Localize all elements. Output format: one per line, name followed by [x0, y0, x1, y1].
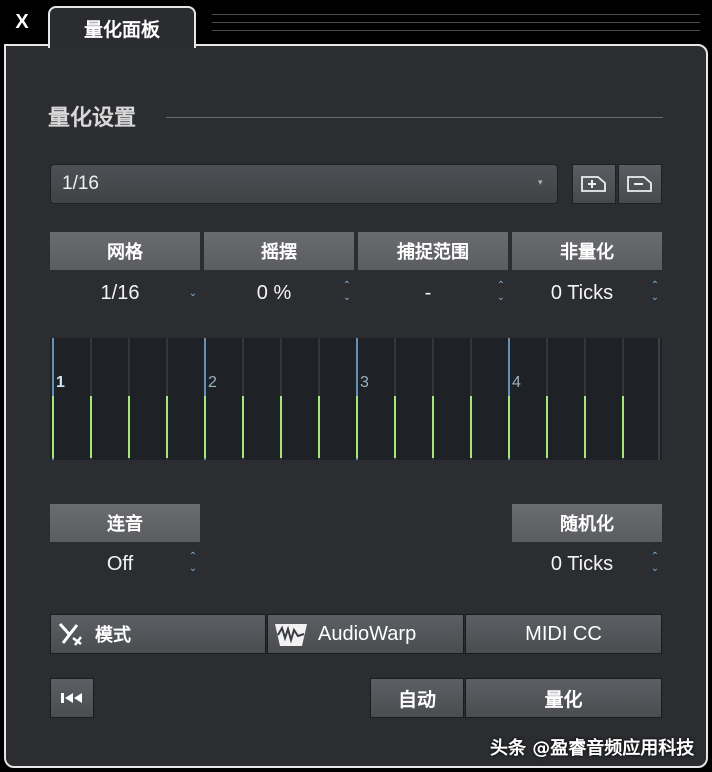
grid-quantize-line [242, 396, 244, 458]
spinner-icon[interactable]: ⌃ ⌄ [648, 280, 662, 304]
legato-header: 连音 [50, 504, 200, 542]
grid-beat-number: 3 [360, 374, 369, 391]
capture-range-input[interactable]: - [358, 273, 498, 313]
grid-quantize-line [204, 396, 206, 458]
mode-button[interactable]: 模式 [50, 614, 266, 654]
tab-strip-line [212, 14, 700, 15]
capture-range-header: 捕捉范围 [358, 232, 508, 270]
tab-quantize-panel[interactable]: 量化面板 [48, 6, 196, 48]
tab-strip-line [212, 22, 700, 23]
reset-button[interactable] [50, 678, 94, 718]
spinner-icon[interactable]: ⌃ ⌄ [494, 280, 508, 304]
grid-quantize-line [432, 396, 434, 458]
midi-cc-button[interactable]: MIDI CC [465, 614, 662, 654]
tab-strip-line [212, 30, 700, 31]
grid-quantize-line [128, 396, 130, 458]
preset-value: 1/16 [62, 173, 99, 194]
grid-quantize-line [470, 396, 472, 458]
swing-value-input[interactable]: 0 % [204, 273, 344, 313]
chevron-down-icon: ▾ [538, 178, 543, 188]
grid-column-guide [658, 338, 660, 460]
audiowarp-label: AudioWarp [318, 622, 417, 645]
non-quantize-header: 非量化 [512, 232, 662, 270]
grid-beat-number: 2 [208, 374, 217, 391]
swing-header: 摇摆 [204, 232, 354, 270]
audiowarp-icon [275, 624, 307, 646]
midi-cc-label: MIDI CC [525, 622, 602, 645]
non-quantize-input[interactable]: 0 Ticks [512, 273, 652, 313]
grid-quantize-line [356, 396, 358, 458]
spinner-icon[interactable]: ⌃ ⌄ [648, 551, 662, 575]
add-preset-icon [581, 176, 606, 192]
chevron-down-icon[interactable]: ⌄ [186, 288, 200, 300]
skip-back-icon [61, 693, 82, 703]
preset-select[interactable] [50, 164, 558, 204]
grid-quantize-line [52, 396, 54, 458]
quantize-button[interactable]: 量化 [465, 678, 662, 718]
audiowarp-button[interactable]: AudioWarp [267, 614, 464, 654]
iterative-quantize-icon [58, 622, 82, 646]
grid-quantize-line [394, 396, 396, 458]
grid-quantize-line [318, 396, 320, 458]
grid-header: 网格 [50, 232, 200, 270]
spinner-icon[interactable]: ⌃ ⌄ [340, 280, 354, 304]
mode-button-label: 模式 [95, 625, 131, 646]
auto-quantize-button[interactable]: 自动 [370, 678, 464, 718]
legato-value-input[interactable]: Off [50, 544, 190, 584]
grid-quantize-line [166, 396, 168, 458]
grid-quantize-line [546, 396, 548, 458]
add-preset-button[interactable] [572, 164, 616, 204]
section-divider [166, 117, 663, 118]
grid-quantize-line [584, 396, 586, 458]
grid-quantize-line [90, 396, 92, 458]
remove-preset-button[interactable] [618, 164, 662, 204]
randomize-value-input[interactable]: 0 Ticks [512, 544, 652, 584]
watermark: 头条 @盈睿音频应用科技 [490, 738, 695, 759]
grid-quantize-line [280, 396, 282, 458]
spinner-icon[interactable]: ⌃ ⌄ [186, 551, 200, 575]
section-title: 量化设置 [48, 106, 137, 131]
grid-value-select[interactable]: 1/16 [50, 273, 190, 313]
grid-quantize-line [622, 396, 624, 458]
grid-beat-number: 1 [56, 374, 65, 391]
quantize-grid-display[interactable]: 1 2 3 4 [50, 338, 662, 460]
randomize-header: 随机化 [512, 504, 662, 542]
grid-beat-number: 4 [512, 374, 521, 391]
close-button[interactable]: X [0, 0, 44, 44]
remove-preset-icon [627, 176, 652, 192]
grid-quantize-line [508, 396, 510, 458]
